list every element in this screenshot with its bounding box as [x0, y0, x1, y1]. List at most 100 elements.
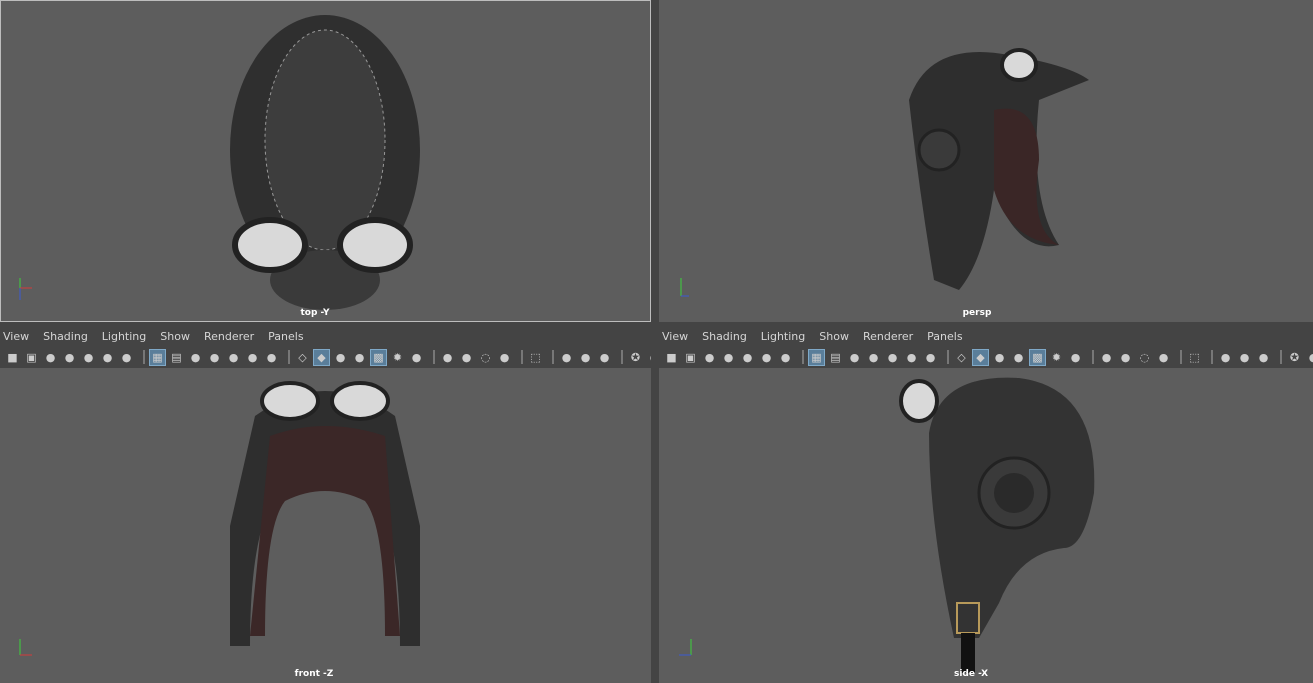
screen-space-ao-icon[interactable]: ● — [1099, 350, 1114, 365]
anti-alias-icon[interactable]: ◌ — [478, 350, 493, 365]
image-plane-icon[interactable]: ● — [740, 350, 755, 365]
menu-shading[interactable]: Shading — [702, 330, 747, 343]
toolbar-separator — [802, 350, 804, 364]
field-chart-icon[interactable]: ● — [885, 350, 900, 365]
camera-icon[interactable]: ■ — [664, 350, 679, 365]
xray-icon[interactable]: ● — [559, 350, 574, 365]
textured-icon[interactable]: ▩ — [1029, 348, 1046, 366]
film-gate-icon[interactable]: ▤ — [828, 350, 843, 365]
viewport-canvas[interactable]: side -X — [659, 368, 1313, 683]
lights-icon[interactable]: ✹ — [1049, 350, 1064, 365]
helmet-model-side[interactable] — [869, 373, 1109, 678]
wireframe-icon[interactable]: ◇ — [954, 350, 969, 365]
shadows-icon[interactable]: ● — [1068, 350, 1083, 365]
wireframe-on-shaded-icon[interactable]: ● — [352, 350, 367, 365]
camera-attributes-icon[interactable]: ● — [702, 350, 717, 365]
xray-active-icon[interactable]: ● — [1237, 350, 1252, 365]
image-plane-icon[interactable]: ● — [81, 350, 96, 365]
viewport-label: side -X — [953, 669, 989, 679]
grid-icon[interactable]: ▦ — [149, 348, 166, 366]
shadows-icon[interactable]: ● — [409, 350, 424, 365]
gate-mask-icon[interactable]: ● — [207, 350, 222, 365]
viewport-label: top -Y — [300, 308, 330, 318]
viewport-canvas[interactable]: top -Y — [0, 0, 651, 322]
anti-alias-icon[interactable]: ◌ — [1137, 350, 1152, 365]
menu-panels[interactable]: Panels — [268, 330, 303, 343]
menu-renderer[interactable]: Renderer — [863, 330, 913, 343]
toolbar-separator — [143, 350, 145, 364]
textured-icon[interactable]: ▩ — [370, 348, 387, 366]
menu-renderer[interactable]: Renderer — [204, 330, 254, 343]
gamma-icon[interactable]: ● — [1306, 350, 1313, 365]
resolution-gate-icon[interactable]: ● — [188, 350, 203, 365]
motion-blur-icon[interactable]: ● — [1118, 350, 1133, 365]
safe-action-icon[interactable]: ● — [245, 350, 260, 365]
xray-active-icon[interactable]: ● — [578, 350, 593, 365]
axis-gizmo-icon — [680, 278, 689, 297]
bookmark-icon[interactable]: ● — [721, 350, 736, 365]
axis-gizmo-icon — [19, 639, 32, 656]
safe-title-icon[interactable]: ● — [264, 350, 279, 365]
viewport-canvas[interactable]: persp — [659, 0, 1313, 322]
isolate-select-icon[interactable]: ⬚ — [1187, 350, 1202, 365]
menu-lighting[interactable]: Lighting — [761, 330, 805, 343]
camera-icon[interactable]: ■ — [5, 350, 20, 365]
wireframe-icon[interactable]: ◇ — [295, 350, 310, 365]
default-material-icon[interactable]: ● — [333, 350, 348, 365]
depth-of-field-icon[interactable]: ● — [497, 350, 512, 365]
helmet-model-front[interactable] — [215, 376, 435, 676]
menu-shading[interactable]: Shading — [43, 330, 88, 343]
resolution-gate-icon[interactable]: ● — [847, 350, 862, 365]
lock-camera-icon[interactable]: ▣ — [683, 350, 698, 365]
lock-camera-icon[interactable]: ▣ — [24, 350, 39, 365]
menu-show[interactable]: Show — [160, 330, 190, 343]
viewport-label: persp — [962, 308, 992, 318]
grease-pencil-icon[interactable]: ● — [778, 350, 793, 365]
lights-icon[interactable]: ✹ — [390, 350, 405, 365]
menu-view[interactable]: View — [662, 330, 688, 343]
camera-attributes-icon[interactable]: ● — [43, 350, 58, 365]
isolate-select-icon[interactable]: ⬚ — [528, 350, 543, 365]
xray-joints-icon[interactable]: ● — [1256, 350, 1271, 365]
toolbar-separator — [288, 350, 290, 364]
bookmark-icon[interactable]: ● — [62, 350, 77, 365]
helmet-model-persp[interactable] — [899, 40, 1099, 310]
depth-of-field-icon[interactable]: ● — [1156, 350, 1171, 365]
toolbar-separator — [433, 350, 435, 364]
xray-icon[interactable]: ● — [1218, 350, 1233, 365]
menu-view[interactable]: View — [3, 330, 29, 343]
panel-menubar: View Shading Lighting Show Renderer Panels — [0, 326, 651, 346]
menu-lighting[interactable]: Lighting — [102, 330, 146, 343]
grid-icon[interactable]: ▦ — [808, 348, 825, 366]
gamma-icon[interactable]: ● — [647, 350, 651, 365]
xray-joints-icon[interactable]: ● — [597, 350, 612, 365]
gate-mask-icon[interactable]: ● — [866, 350, 881, 365]
toolbar-separator — [947, 350, 949, 364]
viewport-side[interactable]: View Shading Lighting Show Renderer Panels ■ ▣… — [659, 326, 1313, 683]
exposure-icon[interactable]: ✪ — [1287, 350, 1302, 365]
panel-menubar: View Shading Lighting Show Renderer Panels — [659, 326, 1313, 346]
smooth-shade-icon[interactable]: ◆ — [972, 348, 989, 366]
viewport-top[interactable]: top -Y — [0, 0, 651, 322]
screen-space-ao-icon[interactable]: ● — [440, 350, 455, 365]
smooth-shade-icon[interactable]: ◆ — [313, 348, 330, 366]
helmet-model-top[interactable] — [185, 10, 465, 315]
film-gate-icon[interactable]: ▤ — [169, 350, 184, 365]
menu-show[interactable]: Show — [819, 330, 849, 343]
safe-action-icon[interactable]: ● — [904, 350, 919, 365]
safe-title-icon[interactable]: ● — [923, 350, 938, 365]
viewport-persp[interactable]: persp — [659, 0, 1313, 322]
viewport-canvas[interactable]: front -Z — [0, 368, 651, 683]
menu-panels[interactable]: Panels — [927, 330, 962, 343]
viewport-front[interactable]: View Shading Lighting Show Renderer Panels ■ ▣… — [0, 326, 651, 683]
motion-blur-icon[interactable]: ● — [459, 350, 474, 365]
2d-pan-zoom-icon[interactable]: ● — [100, 350, 115, 365]
exposure-icon[interactable]: ✪ — [628, 350, 643, 365]
grease-pencil-icon[interactable]: ● — [119, 350, 134, 365]
panel-toolbar: ■▣●●●●●▦▤●●●●●◇◆●●▩✹●●●◌●⬚●●●✪● — [659, 346, 1313, 368]
toolbar-separator — [1180, 350, 1182, 364]
default-material-icon[interactable]: ● — [992, 350, 1007, 365]
2d-pan-zoom-icon[interactable]: ● — [759, 350, 774, 365]
wireframe-on-shaded-icon[interactable]: ● — [1011, 350, 1026, 365]
field-chart-icon[interactable]: ● — [226, 350, 241, 365]
